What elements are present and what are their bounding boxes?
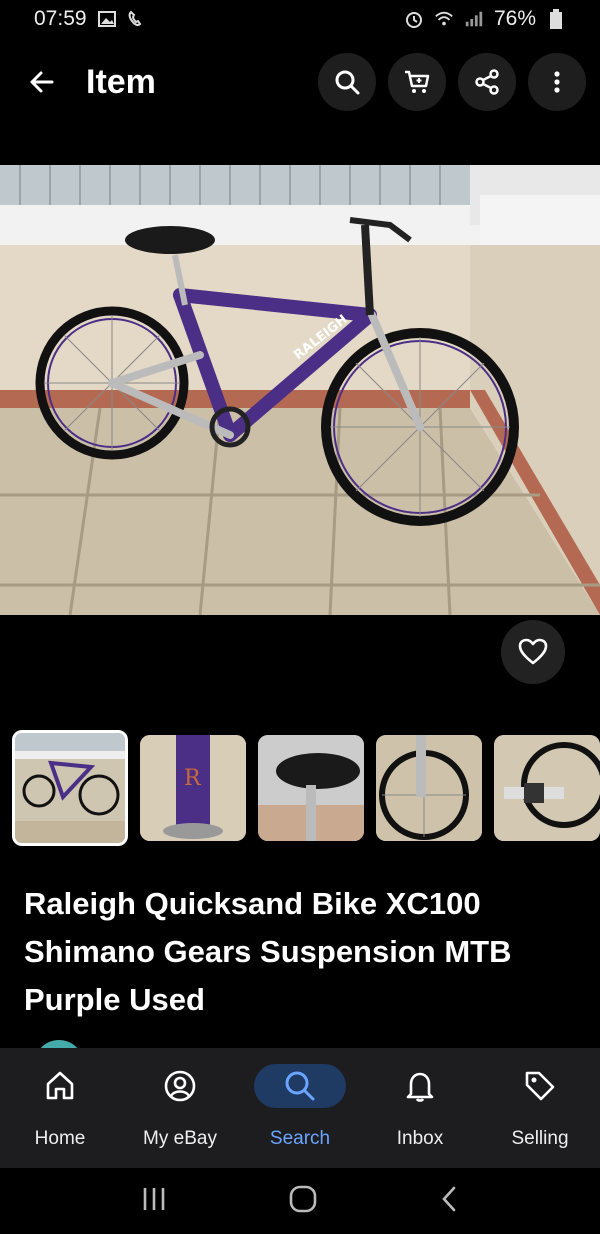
photo-thumbnail-strip: R bbox=[12, 730, 600, 846]
nav-label: My eBay bbox=[143, 1128, 217, 1149]
nav-selling[interactable]: Selling bbox=[480, 1064, 600, 1150]
bike-photo-image: RALEIGH bbox=[0, 165, 600, 615]
more-vertical-icon bbox=[554, 71, 560, 93]
status-bar: 07:59 76% bbox=[0, 0, 600, 38]
user-icon bbox=[134, 1064, 226, 1108]
nav-label: Search bbox=[269, 1128, 331, 1149]
photo-thumbnail[interactable] bbox=[258, 735, 364, 841]
bell-icon bbox=[374, 1064, 466, 1108]
bike-thumbnail-image bbox=[15, 733, 125, 843]
share-button[interactable] bbox=[458, 53, 516, 111]
wheel-thumbnail-image bbox=[376, 735, 482, 841]
wifi-call-icon bbox=[127, 10, 147, 28]
search-button[interactable] bbox=[318, 53, 376, 111]
watch-favorite-button[interactable] bbox=[501, 620, 565, 684]
app-bar: Item bbox=[0, 40, 600, 124]
bottom-navigation: Home My eBay Search Inbox Selling bbox=[0, 1048, 600, 1168]
cart-button[interactable] bbox=[388, 53, 446, 111]
tag-icon bbox=[494, 1064, 586, 1108]
frame-logo-thumbnail-image: R bbox=[140, 735, 246, 841]
battery-icon bbox=[546, 9, 566, 29]
wifi-icon bbox=[434, 10, 454, 28]
home-circle-icon bbox=[289, 1185, 317, 1212]
nav-label: Inbox bbox=[396, 1128, 444, 1149]
nav-home[interactable]: Home bbox=[0, 1064, 120, 1150]
photo-thumbnail[interactable]: R bbox=[140, 735, 246, 841]
nav-my-ebay[interactable]: My eBay bbox=[120, 1064, 240, 1150]
chevron-left-icon bbox=[441, 1186, 455, 1211]
back-system-button[interactable] bbox=[437, 1184, 461, 1219]
home-system-button[interactable] bbox=[288, 1184, 318, 1219]
home-icon bbox=[14, 1064, 106, 1108]
search-icon bbox=[335, 70, 360, 95]
photo-thumbnail[interactable] bbox=[376, 735, 482, 841]
photo-thumbnail[interactable] bbox=[12, 730, 128, 846]
item-main-photo[interactable]: RALEIGH bbox=[0, 165, 600, 615]
more-options-button[interactable] bbox=[528, 53, 586, 111]
search-icon bbox=[254, 1064, 346, 1108]
recent-apps-icon bbox=[144, 1187, 165, 1210]
nav-search[interactable]: Search bbox=[240, 1064, 360, 1150]
heart-icon bbox=[518, 638, 548, 665]
share-icon bbox=[475, 69, 499, 95]
page-title: Item bbox=[86, 62, 156, 101]
suspension-thumbnail-image bbox=[494, 735, 600, 841]
alarm-icon bbox=[404, 10, 424, 28]
status-time: 07:59 bbox=[34, 7, 87, 30]
item-title: Raleigh Quicksand Bike XC100 Shimano Gea… bbox=[24, 886, 512, 1017]
cart-icon bbox=[405, 70, 430, 93]
svg-text:R: R bbox=[184, 766, 202, 791]
nav-label: Home bbox=[34, 1128, 86, 1149]
photo-thumbnail[interactable] bbox=[494, 735, 600, 841]
back-button[interactable] bbox=[22, 62, 62, 102]
gallery-icon bbox=[97, 10, 117, 28]
nav-inbox[interactable]: Inbox bbox=[360, 1064, 480, 1150]
arrow-left-icon bbox=[30, 71, 54, 93]
nav-label: Selling bbox=[511, 1128, 569, 1149]
recent-apps-button[interactable] bbox=[139, 1186, 169, 1217]
signal-icon bbox=[464, 10, 484, 28]
saddle-thumbnail-image bbox=[258, 735, 364, 841]
system-navigation-bar bbox=[0, 1168, 600, 1234]
battery-level: 76% bbox=[493, 7, 536, 30]
